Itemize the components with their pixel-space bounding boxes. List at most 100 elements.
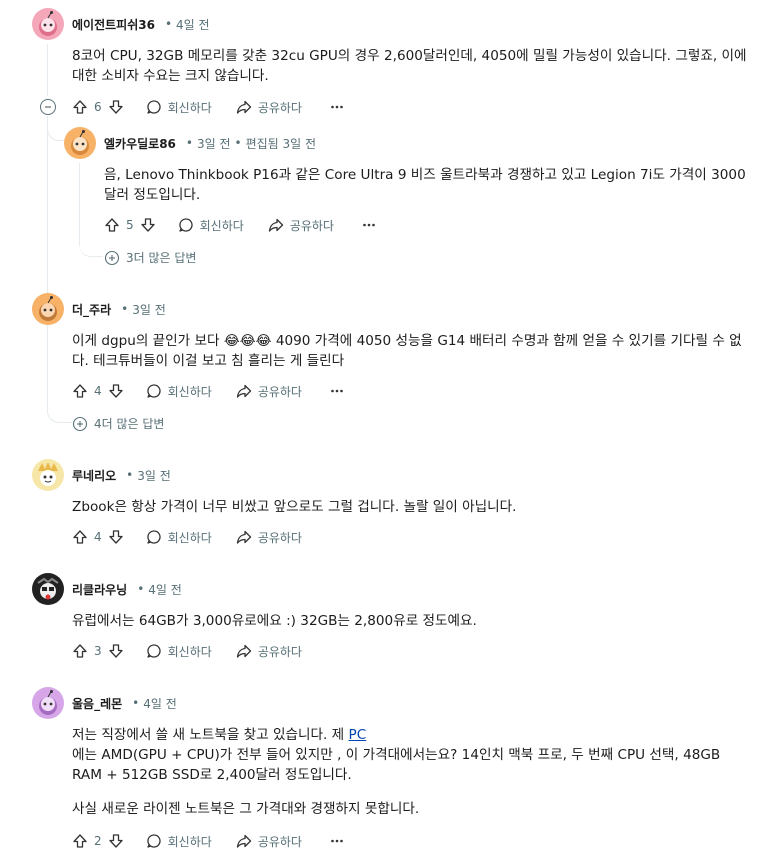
ellipsis-icon bbox=[331, 105, 343, 109]
comment-actions: 2 회신하다 공유하다 bbox=[72, 829, 344, 853]
thread-elbow bbox=[47, 118, 64, 141]
downvote-button[interactable] bbox=[108, 833, 124, 849]
upvote-icon bbox=[73, 384, 87, 398]
downvote-icon bbox=[108, 834, 123, 848]
comment-icon bbox=[146, 644, 161, 658]
avatar[interactable] bbox=[32, 8, 64, 40]
timestamp[interactable]: 3일 전 bbox=[137, 467, 171, 484]
upvote-button[interactable] bbox=[104, 217, 120, 233]
thread-line bbox=[47, 44, 48, 96]
upvote-icon bbox=[73, 530, 87, 544]
emoji: 😂😂😂 bbox=[223, 333, 272, 349]
timestamp[interactable]: 3일 전 bbox=[197, 135, 231, 152]
downvote-icon bbox=[108, 100, 123, 114]
collapse-button[interactable] bbox=[40, 99, 56, 115]
downvote-button[interactable] bbox=[108, 99, 124, 115]
comment-meta: 더_주라 • 3일 전 bbox=[72, 301, 166, 318]
ellipsis-icon bbox=[331, 389, 343, 393]
downvote-icon bbox=[140, 218, 155, 232]
upvote-icon bbox=[73, 644, 87, 658]
avatar[interactable] bbox=[32, 293, 64, 325]
upvote-icon bbox=[73, 834, 87, 848]
timestamp[interactable]: 4일 전 bbox=[148, 581, 182, 598]
plus-circle-icon bbox=[104, 250, 120, 265]
avatar[interactable] bbox=[32, 687, 64, 719]
share-icon bbox=[236, 100, 251, 114]
ellipsis-icon bbox=[363, 223, 375, 227]
downvote-button[interactable] bbox=[140, 217, 156, 233]
downvote-button[interactable] bbox=[108, 643, 124, 659]
author-name[interactable]: 울음_레몬 bbox=[72, 695, 122, 712]
comment-meta: 울음_레몬 • 4일 전 bbox=[72, 695, 177, 712]
vote-count: 4 bbox=[94, 530, 102, 544]
author-name[interactable]: 에이전트피쉬36 bbox=[72, 16, 155, 33]
downvote-icon bbox=[108, 384, 123, 398]
timestamp[interactable]: 4일 전 bbox=[143, 695, 177, 712]
reply-button[interactable]: 회신하다 bbox=[146, 529, 212, 546]
share-button[interactable]: 공유하다 bbox=[236, 529, 302, 546]
vote-count: 2 bbox=[94, 834, 102, 848]
share-icon bbox=[268, 218, 283, 232]
comment-meta: 에이전트피쉬36 • 4일 전 bbox=[72, 16, 210, 33]
avatar[interactable] bbox=[32, 459, 64, 491]
reply-button[interactable]: 회신하다 bbox=[178, 217, 244, 234]
author-name[interactable]: 더_주라 bbox=[72, 301, 111, 318]
comment-body: Zbook은 항상 가격이 너무 비쌌고 앞으로도 그럴 겁니다. 놀랄 일이 … bbox=[72, 499, 517, 515]
comment-actions: 4 회신하다 공유하다 bbox=[72, 525, 302, 549]
avatar[interactable] bbox=[64, 127, 96, 159]
share-icon bbox=[236, 834, 251, 848]
share-button[interactable]: 공유하다 bbox=[236, 99, 302, 116]
timestamp[interactable]: 4일 전 bbox=[176, 16, 210, 33]
reply-button[interactable]: 회신하다 bbox=[146, 833, 212, 850]
vote-count: 3 bbox=[94, 644, 102, 658]
comment-actions: 4 회신하다 공유하다 bbox=[72, 379, 344, 403]
comment-meta: 리클라우닝 • 4일 전 bbox=[72, 581, 182, 598]
plus-circle-icon bbox=[72, 416, 88, 431]
vote-count: 6 bbox=[94, 100, 102, 114]
downvote-icon bbox=[108, 530, 123, 544]
share-icon bbox=[236, 530, 251, 544]
more-options-button[interactable] bbox=[330, 99, 344, 115]
share-button[interactable]: 공유하다 bbox=[236, 833, 302, 850]
more-options-button[interactable] bbox=[362, 217, 376, 233]
upvote-button[interactable] bbox=[72, 383, 88, 399]
comment-icon bbox=[146, 384, 161, 398]
ellipsis-icon bbox=[331, 839, 343, 843]
comment-body: 음, Lenovo Thinkbook P16과 같은 Core Ultra 9… bbox=[104, 167, 746, 203]
avatar[interactable] bbox=[32, 573, 64, 605]
author-name[interactable]: 엘카우딜로86 bbox=[104, 135, 176, 152]
upvote-button[interactable] bbox=[72, 99, 88, 115]
vote-count: 4 bbox=[94, 384, 102, 398]
downvote-button[interactable] bbox=[108, 529, 124, 545]
comment-body: 저는 직장에서 쓸 새 노트북을 찾고 있습니다. 제 PC 에는 AMD(GP… bbox=[72, 727, 721, 817]
comment-icon bbox=[146, 530, 161, 544]
comment-body: 유럽에서는 64GB가 3,000유로에요 :) 32GB는 2,800유로 정… bbox=[72, 613, 477, 629]
more-options-button[interactable] bbox=[330, 833, 344, 849]
thread-elbow bbox=[79, 232, 103, 257]
upvote-button[interactable] bbox=[72, 833, 88, 849]
edited-label: 편집됨 3일 전 bbox=[245, 136, 317, 151]
reply-button[interactable]: 회신하다 bbox=[146, 643, 212, 660]
upvote-button[interactable] bbox=[72, 529, 88, 545]
downvote-button[interactable] bbox=[108, 383, 124, 399]
share-button[interactable]: 공유하다 bbox=[236, 383, 302, 400]
upvote-icon bbox=[105, 218, 119, 232]
more-replies-button[interactable]: 3더 많은 답변 bbox=[104, 249, 196, 266]
author-name[interactable]: 루네리오 bbox=[72, 467, 116, 484]
comment-meta: 엘카우딜로86 • 3일 전 • 편집됨 3일 전 bbox=[104, 135, 317, 152]
author-name[interactable]: 리클라우닝 bbox=[72, 581, 127, 598]
more-replies-button[interactable]: 4더 많은 답변 bbox=[72, 415, 164, 432]
reply-button[interactable]: 회신하다 bbox=[146, 383, 212, 400]
more-options-button[interactable] bbox=[330, 383, 344, 399]
share-button[interactable]: 공유하다 bbox=[236, 643, 302, 660]
comment-icon bbox=[146, 834, 161, 848]
share-button[interactable]: 공유하다 bbox=[268, 217, 334, 234]
downvote-icon bbox=[108, 644, 123, 658]
pc-link[interactable]: PC bbox=[349, 727, 367, 743]
timestamp[interactable]: 3일 전 bbox=[132, 301, 166, 318]
share-icon bbox=[236, 644, 251, 658]
comment-meta: 루네리오 • 3일 전 bbox=[72, 467, 171, 484]
thread-elbow bbox=[47, 398, 72, 423]
upvote-button[interactable] bbox=[72, 643, 88, 659]
reply-button[interactable]: 회신하다 bbox=[146, 99, 212, 116]
